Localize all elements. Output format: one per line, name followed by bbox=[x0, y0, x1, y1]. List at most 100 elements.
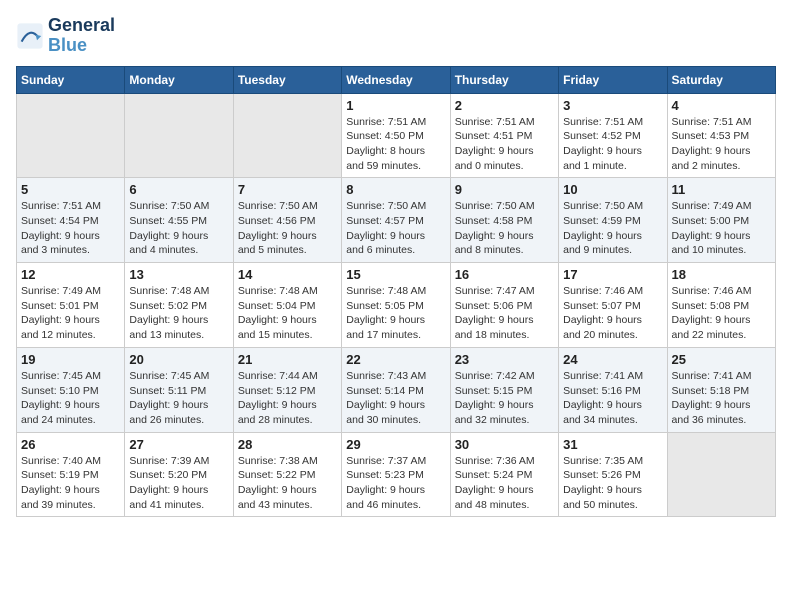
day-info: Sunrise: 7:47 AM Sunset: 5:06 PM Dayligh… bbox=[455, 284, 554, 343]
calendar-cell: 20 Sunrise: 7:45 AM Sunset: 5:11 PM Dayli… bbox=[125, 347, 233, 432]
calendar-cell: 3 Sunrise: 7:51 AM Sunset: 4:52 PM Daylig… bbox=[559, 93, 667, 178]
day-number: 12 bbox=[21, 267, 120, 282]
calendar-cell bbox=[17, 93, 125, 178]
calendar-cell bbox=[125, 93, 233, 178]
day-info: Sunrise: 7:50 AM Sunset: 4:55 PM Dayligh… bbox=[129, 199, 228, 258]
day-number: 7 bbox=[238, 182, 337, 197]
day-info: Sunrise: 7:44 AM Sunset: 5:12 PM Dayligh… bbox=[238, 369, 337, 428]
day-number: 21 bbox=[238, 352, 337, 367]
week-row-3: 12 Sunrise: 7:49 AM Sunset: 5:01 PM Dayli… bbox=[17, 263, 776, 348]
day-number: 15 bbox=[346, 267, 445, 282]
day-number: 31 bbox=[563, 437, 662, 452]
day-info: Sunrise: 7:45 AM Sunset: 5:10 PM Dayligh… bbox=[21, 369, 120, 428]
logo: GeneralBlue bbox=[16, 16, 115, 56]
calendar-cell: 31 Sunrise: 7:35 AM Sunset: 5:26 PM Dayli… bbox=[559, 432, 667, 517]
day-info: Sunrise: 7:41 AM Sunset: 5:18 PM Dayligh… bbox=[672, 369, 771, 428]
calendar-cell: 2Sunrise: 7:51 AM Sunset: 4:51 PM Daylig… bbox=[450, 93, 558, 178]
week-row-4: 19 Sunrise: 7:45 AM Sunset: 5:10 PM Dayli… bbox=[17, 347, 776, 432]
day-info: Sunrise: 7:50 AM Sunset: 4:56 PM Dayligh… bbox=[238, 199, 337, 258]
week-row-1: 1Sunrise: 7:51 AM Sunset: 4:50 PM Daylig… bbox=[17, 93, 776, 178]
calendar-cell: 9 Sunrise: 7:50 AM Sunset: 4:58 PM Daylig… bbox=[450, 178, 558, 263]
day-number: 28 bbox=[238, 437, 337, 452]
day-number: 14 bbox=[238, 267, 337, 282]
calendar-cell: 13 Sunrise: 7:48 AM Sunset: 5:02 PM Dayli… bbox=[125, 263, 233, 348]
day-info: Sunrise: 7:51 AM Sunset: 4:53 PM Dayligh… bbox=[672, 115, 771, 174]
day-info: Sunrise: 7:39 AM Sunset: 5:20 PM Dayligh… bbox=[129, 454, 228, 513]
day-info: Sunrise: 7:48 AM Sunset: 5:05 PM Dayligh… bbox=[346, 284, 445, 343]
calendar-cell: 25 Sunrise: 7:41 AM Sunset: 5:18 PM Dayli… bbox=[667, 347, 775, 432]
day-info: Sunrise: 7:48 AM Sunset: 5:02 PM Dayligh… bbox=[129, 284, 228, 343]
logo-text: GeneralBlue bbox=[48, 16, 115, 56]
weekday-header-friday: Friday bbox=[559, 66, 667, 93]
day-number: 8 bbox=[346, 182, 445, 197]
day-number: 3 bbox=[563, 98, 662, 113]
calendar-cell: 1Sunrise: 7:51 AM Sunset: 4:50 PM Daylig… bbox=[342, 93, 450, 178]
calendar-cell: 7 Sunrise: 7:50 AM Sunset: 4:56 PM Daylig… bbox=[233, 178, 341, 263]
calendar-cell: 22Sunrise: 7:43 AM Sunset: 5:14 PM Dayli… bbox=[342, 347, 450, 432]
calendar-cell: 19 Sunrise: 7:45 AM Sunset: 5:10 PM Dayli… bbox=[17, 347, 125, 432]
calendar-cell: 23Sunrise: 7:42 AM Sunset: 5:15 PM Dayli… bbox=[450, 347, 558, 432]
day-info: Sunrise: 7:48 AM Sunset: 5:04 PM Dayligh… bbox=[238, 284, 337, 343]
calendar-cell: 26 Sunrise: 7:40 AM Sunset: 5:19 PM Dayli… bbox=[17, 432, 125, 517]
calendar-cell: 15 Sunrise: 7:48 AM Sunset: 5:05 PM Dayli… bbox=[342, 263, 450, 348]
day-info: Sunrise: 7:50 AM Sunset: 4:57 PM Dayligh… bbox=[346, 199, 445, 258]
weekday-header-tuesday: Tuesday bbox=[233, 66, 341, 93]
day-info: Sunrise: 7:37 AM Sunset: 5:23 PM Dayligh… bbox=[346, 454, 445, 513]
day-number: 17 bbox=[563, 267, 662, 282]
calendar-cell: 18 Sunrise: 7:46 AM Sunset: 5:08 PM Dayli… bbox=[667, 263, 775, 348]
page-header: GeneralBlue bbox=[16, 16, 776, 56]
day-number: 26 bbox=[21, 437, 120, 452]
day-info: Sunrise: 7:50 AM Sunset: 4:58 PM Dayligh… bbox=[455, 199, 554, 258]
day-info: Sunrise: 7:49 AM Sunset: 5:00 PM Dayligh… bbox=[672, 199, 771, 258]
day-number: 6 bbox=[129, 182, 228, 197]
day-number: 19 bbox=[21, 352, 120, 367]
day-number: 25 bbox=[672, 352, 771, 367]
weekday-header-monday: Monday bbox=[125, 66, 233, 93]
day-number: 11 bbox=[672, 182, 771, 197]
calendar-cell: 12 Sunrise: 7:49 AM Sunset: 5:01 PM Dayli… bbox=[17, 263, 125, 348]
calendar-cell: 8 Sunrise: 7:50 AM Sunset: 4:57 PM Daylig… bbox=[342, 178, 450, 263]
day-info: Sunrise: 7:45 AM Sunset: 5:11 PM Dayligh… bbox=[129, 369, 228, 428]
calendar-cell: 6 Sunrise: 7:50 AM Sunset: 4:55 PM Daylig… bbox=[125, 178, 233, 263]
day-number: 27 bbox=[129, 437, 228, 452]
calendar-cell: 4 Sunrise: 7:51 AM Sunset: 4:53 PM Daylig… bbox=[667, 93, 775, 178]
day-info: Sunrise: 7:40 AM Sunset: 5:19 PM Dayligh… bbox=[21, 454, 120, 513]
calendar-cell: 11 Sunrise: 7:49 AM Sunset: 5:00 PM Dayli… bbox=[667, 178, 775, 263]
weekday-header-saturday: Saturday bbox=[667, 66, 775, 93]
day-number: 20 bbox=[129, 352, 228, 367]
calendar-cell bbox=[667, 432, 775, 517]
day-number: 30 bbox=[455, 437, 554, 452]
week-row-2: 5 Sunrise: 7:51 AM Sunset: 4:54 PM Daylig… bbox=[17, 178, 776, 263]
day-number: 13 bbox=[129, 267, 228, 282]
calendar-cell: 10 Sunrise: 7:50 AM Sunset: 4:59 PM Dayli… bbox=[559, 178, 667, 263]
calendar-cell: 17 Sunrise: 7:46 AM Sunset: 5:07 PM Dayli… bbox=[559, 263, 667, 348]
day-number: 18 bbox=[672, 267, 771, 282]
day-number: 9 bbox=[455, 182, 554, 197]
day-number: 5 bbox=[21, 182, 120, 197]
day-number: 10 bbox=[563, 182, 662, 197]
calendar-cell: 14 Sunrise: 7:48 AM Sunset: 5:04 PM Dayli… bbox=[233, 263, 341, 348]
day-info: Sunrise: 7:46 AM Sunset: 5:07 PM Dayligh… bbox=[563, 284, 662, 343]
week-row-5: 26 Sunrise: 7:40 AM Sunset: 5:19 PM Dayli… bbox=[17, 432, 776, 517]
weekday-header-sunday: Sunday bbox=[17, 66, 125, 93]
day-info: Sunrise: 7:35 AM Sunset: 5:26 PM Dayligh… bbox=[563, 454, 662, 513]
calendar-cell: 28 Sunrise: 7:38 AM Sunset: 5:22 PM Dayli… bbox=[233, 432, 341, 517]
day-info: Sunrise: 7:50 AM Sunset: 4:59 PM Dayligh… bbox=[563, 199, 662, 258]
day-number: 23 bbox=[455, 352, 554, 367]
day-number: 4 bbox=[672, 98, 771, 113]
day-info: Sunrise: 7:36 AM Sunset: 5:24 PM Dayligh… bbox=[455, 454, 554, 513]
calendar-cell: 5 Sunrise: 7:51 AM Sunset: 4:54 PM Daylig… bbox=[17, 178, 125, 263]
day-number: 24 bbox=[563, 352, 662, 367]
calendar-cell: 29Sunrise: 7:37 AM Sunset: 5:23 PM Dayli… bbox=[342, 432, 450, 517]
calendar-table: SundayMondayTuesdayWednesdayThursdayFrid… bbox=[16, 66, 776, 518]
calendar-cell: 30 Sunrise: 7:36 AM Sunset: 5:24 PM Dayli… bbox=[450, 432, 558, 517]
calendar-cell: 21 Sunrise: 7:44 AM Sunset: 5:12 PM Dayli… bbox=[233, 347, 341, 432]
weekday-header-thursday: Thursday bbox=[450, 66, 558, 93]
day-info: Sunrise: 7:49 AM Sunset: 5:01 PM Dayligh… bbox=[21, 284, 120, 343]
day-info: Sunrise: 7:51 AM Sunset: 4:54 PM Dayligh… bbox=[21, 199, 120, 258]
day-info: Sunrise: 7:51 AM Sunset: 4:52 PM Dayligh… bbox=[563, 115, 662, 174]
day-number: 16 bbox=[455, 267, 554, 282]
day-info: Sunrise: 7:46 AM Sunset: 5:08 PM Dayligh… bbox=[672, 284, 771, 343]
day-info: Sunrise: 7:51 AM Sunset: 4:51 PM Dayligh… bbox=[455, 115, 554, 174]
day-info: Sunrise: 7:38 AM Sunset: 5:22 PM Dayligh… bbox=[238, 454, 337, 513]
